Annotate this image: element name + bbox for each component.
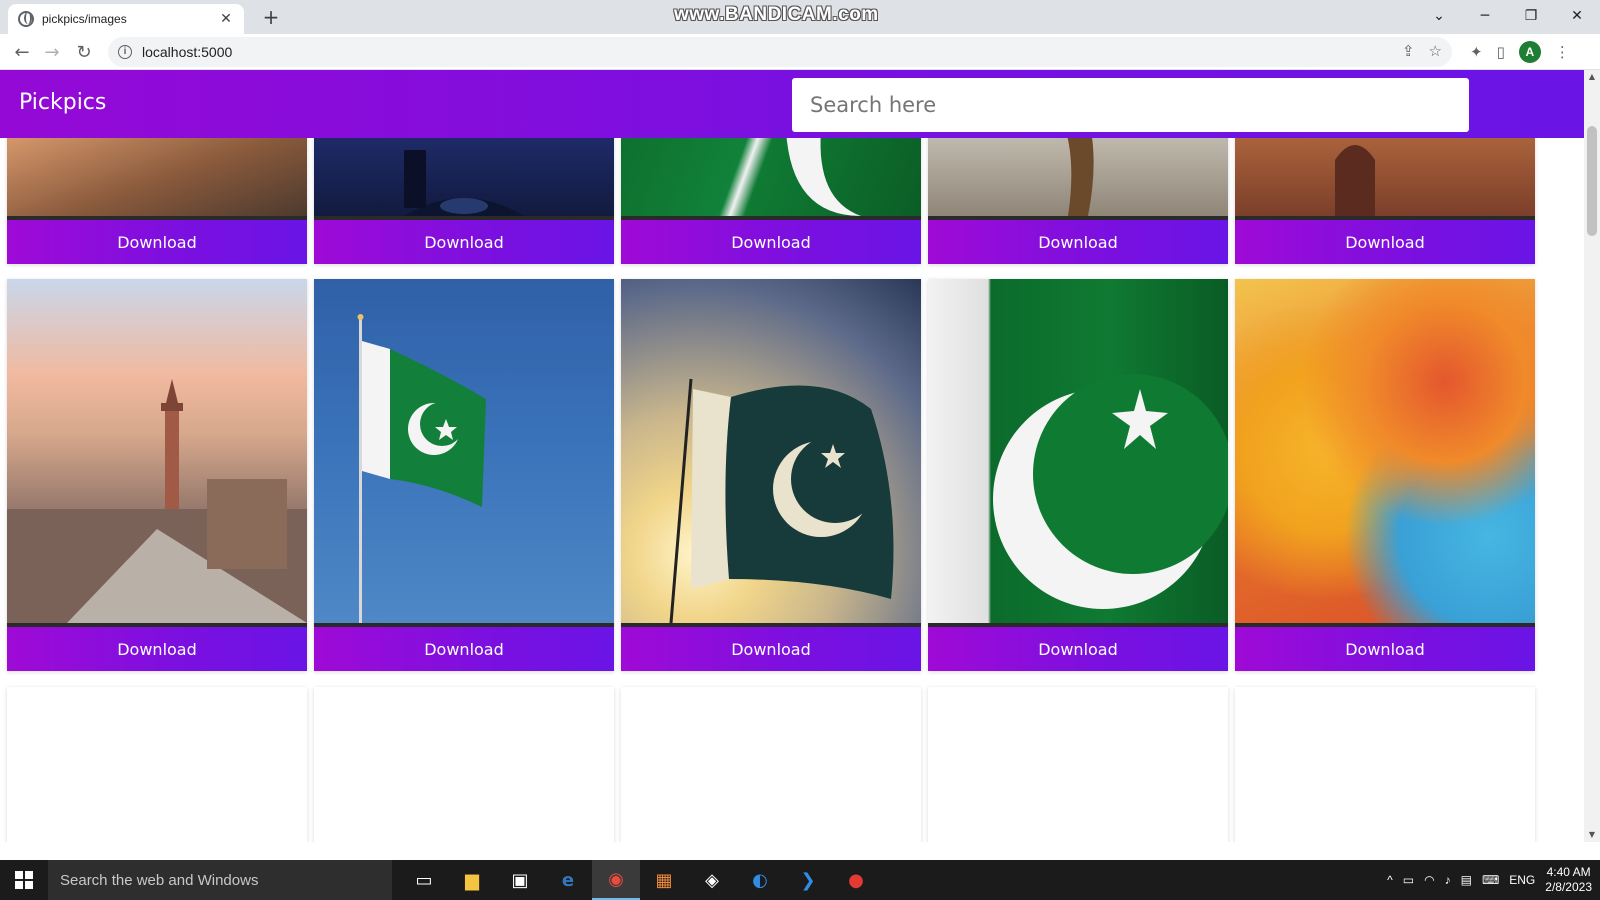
clock-date: 2/8/2023 [1545,880,1592,894]
bookmark-star-icon[interactable]: ☆ [1429,42,1442,60]
volume-icon[interactable]: ♪ [1445,873,1451,887]
windows-start-icon[interactable] [0,860,48,900]
brand-logo[interactable]: Pickpics [19,90,106,115]
city-minaret-image [7,279,307,623]
image-card-placeholder [928,687,1228,842]
forward-icon[interactable]: → [38,38,66,66]
search-input[interactable] [792,78,1469,132]
download-button[interactable]: Download [7,216,307,264]
chrome-icon[interactable]: ◉ [592,860,640,900]
download-button[interactable]: Download [1235,216,1535,264]
minimize-icon[interactable]: ─ [1462,0,1508,32]
map-image [1235,279,1535,623]
pakistan-flag-sunset-image [621,279,921,623]
notification-icon[interactable]: ▤ [1461,873,1472,887]
image-card: Download [928,279,1228,671]
firefox-icon[interactable]: ◐ [736,860,784,900]
menu-kebab-icon[interactable]: ⋮ [1555,43,1570,61]
download-button[interactable]: Download [621,623,921,671]
system-tray: ^ ▭ ◠ ♪ ▤ ⌨ ENG 4:40 AM 2/8/2023 [1387,860,1592,900]
pakistan-flag-full-image [928,279,1228,623]
tab-title: pickpics/images [42,12,127,26]
battery-icon[interactable]: ▭ [1403,873,1414,887]
download-button[interactable]: Download [621,216,921,264]
close-window-icon[interactable]: ✕ [1554,0,1600,32]
reload-icon[interactable]: ↻ [70,38,98,66]
download-button[interactable]: Download [1235,623,1535,671]
task-view-icon[interactable]: ▭ [400,860,448,900]
clock-time: 4:40 AM [1546,865,1591,879]
image-card-placeholder [621,687,921,842]
side-panel-icon[interactable]: ▯ [1497,43,1505,61]
scroll-down-icon[interactable]: ▼ [1584,828,1600,842]
browser-tabstrip: pickpics/images ✕ + www.BANDICAM.com ⌄ ─… [0,0,1600,34]
page-viewport: Pickpics Download Download Download [0,70,1600,842]
image-card: Download [1235,279,1535,671]
wifi-icon[interactable]: ◠ [1424,873,1434,887]
image-card: Download [621,279,921,671]
pakistan-flag-pole-image [314,279,614,623]
edge-icon[interactable]: e [544,860,592,900]
download-button[interactable]: Download [314,216,614,264]
new-tab-button[interactable]: + [258,4,284,30]
address-bar[interactable]: i localhost:5000 ⇪ ☆ [108,37,1452,67]
image-card-placeholder [7,687,307,842]
info-icon[interactable]: i [118,45,132,59]
show-hidden-icons-icon[interactable]: ^ [1387,873,1393,887]
image-card: Download [7,279,307,671]
profile-avatar[interactable]: A [1518,41,1541,63]
recording-watermark: www.BANDICAM.com [674,4,879,25]
windows-taskbar: Search the web and Windows ▭ ▆ ▣ e ◉ ▦ ◈… [0,860,1600,900]
image-card-placeholder [314,687,614,842]
page-scrollbar[interactable]: ▲ ▼ [1584,70,1600,842]
photos-icon[interactable]: ▦ [640,860,688,900]
file-explorer-icon[interactable]: ▆ [448,860,496,900]
image-card: Download [314,279,614,671]
share-icon[interactable]: ⇪ [1402,42,1415,60]
close-tab-icon[interactable]: ✕ [218,11,234,27]
browser-tab[interactable]: pickpics/images ✕ [8,4,244,34]
restore-icon[interactable]: ❐ [1508,0,1554,32]
clock[interactable]: 4:40 AM 2/8/2023 [1545,865,1592,895]
vscode-icon[interactable]: ❯ [784,860,832,900]
scroll-up-icon[interactable]: ▲ [1584,70,1600,84]
app-icon[interactable]: ◈ [688,860,736,900]
tab-search-icon[interactable]: ⌄ [1416,0,1462,32]
keyboard-icon[interactable]: ⌨ [1482,873,1499,887]
taskbar-search-box[interactable]: Search the web and Windows [48,860,392,900]
browser-toolbar: ← → ↻ i localhost:5000 ⇪ ☆ ✦ ▯ A ⋮ [0,34,1600,70]
language-indicator[interactable]: ENG [1509,873,1535,887]
scroll-thumb[interactable] [1587,126,1597,236]
download-button[interactable]: Download [314,623,614,671]
bandicam-record-icon[interactable]: ● [832,860,880,900]
extensions-icon[interactable]: ✦ [1470,43,1483,61]
back-icon[interactable]: ← [8,38,36,66]
image-card-placeholder [1235,687,1535,842]
window-controls: ⌄ ─ ❐ ✕ [1416,0,1600,32]
globe-icon [18,11,34,27]
url-text: localhost:5000 [142,44,233,60]
download-button[interactable]: Download [928,216,1228,264]
download-button[interactable]: Download [928,623,1228,671]
app-header: Pickpics [0,70,1584,138]
download-button[interactable]: Download [7,623,307,671]
store-icon[interactable]: ▣ [496,860,544,900]
